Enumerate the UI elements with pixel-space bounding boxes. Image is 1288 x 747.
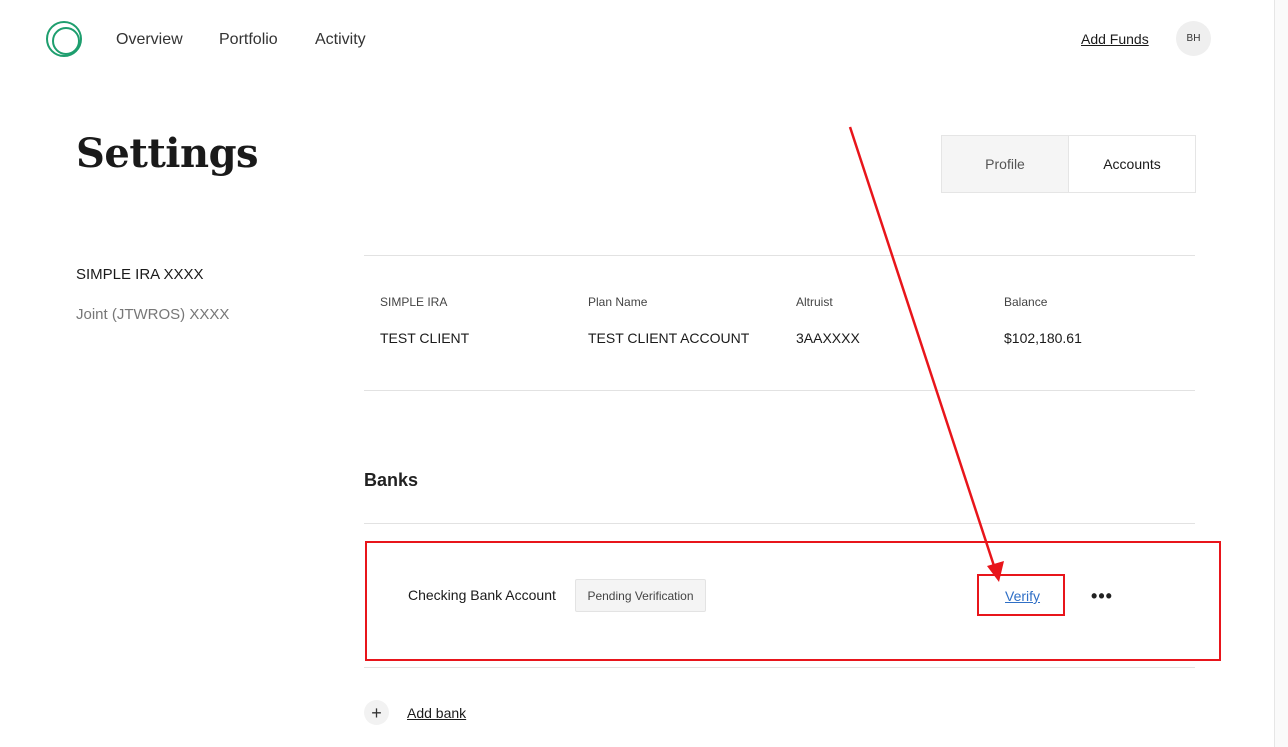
nav-overview[interactable]: Overview	[116, 30, 183, 50]
nav-activity[interactable]: Activity	[315, 30, 366, 50]
settings-tabs: Profile Accounts	[941, 135, 1196, 193]
add-bank-link[interactable]: Add bank	[407, 705, 466, 721]
altruist-label: Altruist	[796, 295, 833, 309]
avatar[interactable]: BH	[1176, 21, 1211, 56]
divider	[364, 390, 1195, 391]
nav-portfolio[interactable]: Portfolio	[219, 30, 278, 50]
logo-icon[interactable]	[46, 21, 82, 57]
divider	[364, 667, 1195, 668]
plus-icon[interactable]: +	[364, 700, 389, 725]
divider	[364, 523, 1195, 524]
add-funds-link[interactable]: Add Funds	[1081, 30, 1149, 48]
account-type-label: SIMPLE IRA	[380, 295, 448, 309]
page-title: Settings	[76, 130, 259, 177]
bank-account-name: Checking Bank Account	[408, 587, 556, 603]
status-badge: Pending Verification	[575, 579, 706, 612]
plan-name-value: TEST CLIENT ACCOUNT	[588, 330, 750, 346]
account-item-simple-ira[interactable]: SIMPLE IRA XXXX	[76, 266, 204, 284]
account-item-joint[interactable]: Joint (JTWROS) XXXX	[76, 306, 229, 324]
divider	[364, 255, 1195, 256]
balance-value: $102,180.61	[1004, 330, 1082, 346]
scrollbar[interactable]	[1274, 0, 1288, 747]
altruist-value: 3AAXXXX	[796, 330, 860, 346]
more-horizontal-icon[interactable]: •••	[1090, 585, 1114, 607]
plan-name-label: Plan Name	[588, 295, 648, 309]
account-type-value: TEST CLIENT	[380, 330, 470, 346]
verify-link[interactable]: Verify	[1005, 588, 1040, 604]
tab-accounts[interactable]: Accounts	[1068, 136, 1195, 192]
annotation-arrow	[848, 126, 1004, 582]
balance-label: Balance	[1004, 295, 1048, 309]
banks-heading: Banks	[364, 470, 419, 490]
tab-profile[interactable]: Profile	[942, 136, 1068, 192]
